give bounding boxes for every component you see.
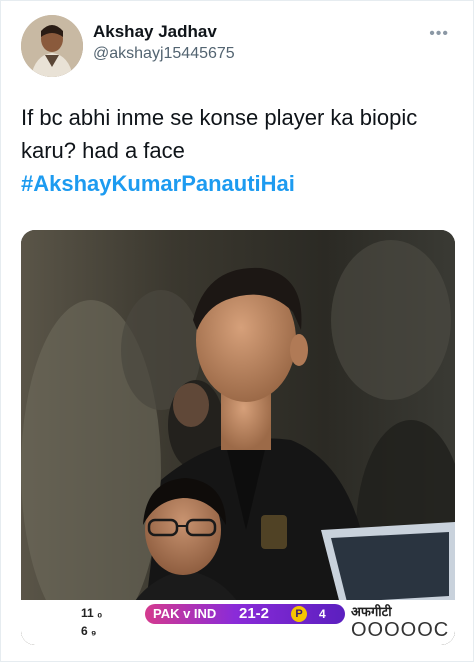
tweet-body: If bc abhi inme se konse player ka biopi… [21,105,418,163]
score-overlay: 11 ₀ 6 ₉ PAK v IND 21-2 P 4 अफगीटी OOOOO… [21,600,455,645]
match-score: 21-2 [239,605,270,622]
score-pill: PAK v IND 21-2 P 4 [145,604,345,624]
overs-count: 4 [319,607,326,621]
tweet-card: Akshay Jadhav @akshayj15445675 ••• If bc… [0,0,474,662]
marathi-label: अफगीटी [351,604,392,619]
avatar-image [21,15,83,77]
score-left-bottom: 6 ₉ [81,624,97,638]
more-options-icon[interactable]: ••• [429,25,449,43]
match-teams: PAK v IND [153,606,217,621]
photo-stadium-crowd [21,230,455,645]
tweet-media[interactable]: 11 ₀ 6 ₉ PAK v IND 21-2 P 4 अफगीटी OOOOO… [21,230,455,645]
tweet-header: Akshay Jadhav @akshayj15445675 ••• [21,15,455,77]
hashtag-link[interactable]: #AkshayKumarPanautiHai [21,171,295,196]
ball-tracker: OOOOOC [351,619,450,641]
powerplay-badge: P [291,606,307,622]
tweet-text: If bc abhi inme se konse player ka biopi… [21,101,461,200]
avatar[interactable] [21,15,83,77]
display-name[interactable]: Akshay Jadhav [93,21,235,43]
user-handle[interactable]: @akshayj15445675 [93,43,235,65]
author-names: Akshay Jadhav @akshayj15445675 [93,21,235,65]
score-left-block: 11 ₀ 6 ₉ [81,604,102,640]
score-left-top: 11 ₀ [81,606,103,620]
